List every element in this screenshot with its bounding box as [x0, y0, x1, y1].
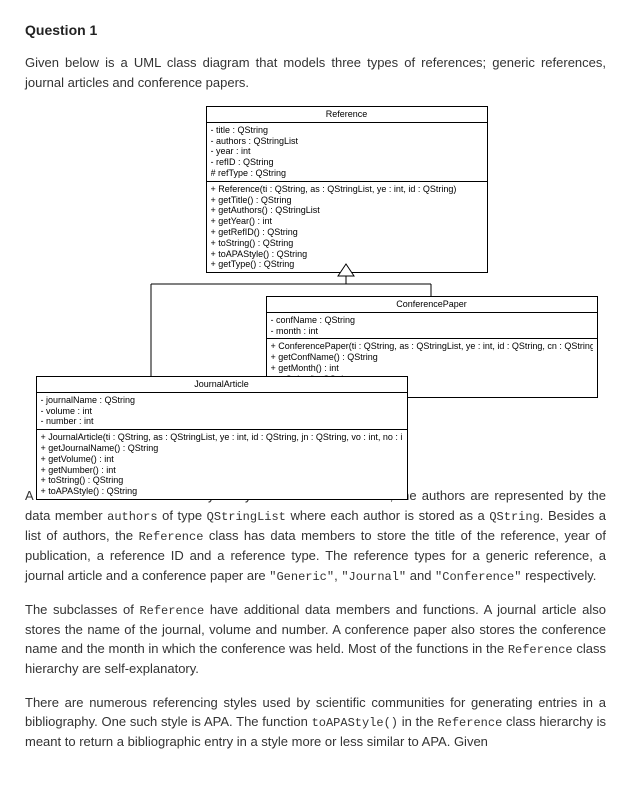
attr: - authors : QStringList	[211, 136, 483, 147]
op: + getConfName() : QString	[271, 352, 593, 363]
class-reference-ops: + Reference(ti : QString, as : QStringLi…	[207, 182, 487, 272]
code: "Generic"	[269, 570, 334, 584]
class-journalarticle-name: JournalArticle	[37, 377, 407, 393]
code: Reference	[437, 716, 502, 730]
attr: - month : int	[271, 326, 593, 337]
code: Reference	[139, 530, 204, 544]
op: + getNumber() : int	[41, 465, 403, 476]
class-conferencepaper-name: ConferencePaper	[267, 297, 597, 313]
op: + toAPAStyle() : QString	[41, 486, 403, 497]
class-journalarticle-attrs: - journalName : QString - volume : int -…	[37, 393, 407, 430]
class-reference: Reference - title : QString - authors : …	[206, 106, 488, 273]
attr: - title : QString	[211, 125, 483, 136]
op: + getAuthors() : QStringList	[211, 205, 483, 216]
text: of type	[158, 508, 207, 523]
text: in the	[398, 714, 437, 729]
code: QStringList	[207, 510, 286, 524]
op: + ConferencePaper(ti : QString, as : QSt…	[271, 341, 593, 352]
class-reference-name: Reference	[207, 107, 487, 123]
code: toAPAStyle()	[312, 716, 398, 730]
paragraph-2: The subclasses of Reference have additio…	[25, 600, 606, 679]
op: + toString() : QString	[41, 475, 403, 486]
text: and	[406, 568, 435, 583]
code: Reference	[508, 643, 573, 657]
attr: - number : int	[41, 416, 403, 427]
paragraph-3: There are numerous referencing styles us…	[25, 693, 606, 752]
code: "Conference"	[435, 570, 521, 584]
class-reference-attrs: - title : QString - authors : QStringLis…	[207, 123, 487, 182]
op: + getTitle() : QString	[211, 195, 483, 206]
op: + getRefID() : QString	[211, 227, 483, 238]
code: Reference	[139, 604, 204, 618]
intro-paragraph: Given below is a UML class diagram that …	[25, 53, 606, 92]
class-journalarticle-ops: + JournalArticle(ti : QString, as : QStr…	[37, 430, 407, 499]
attr: # refType : QString	[211, 168, 483, 179]
op: + Reference(ti : QString, as : QStringLi…	[211, 184, 483, 195]
op: + getMonth() : int	[271, 363, 593, 374]
uml-diagram: Reference - title : QString - authors : …	[25, 106, 606, 466]
op: + getYear() : int	[211, 216, 483, 227]
attr: - journalName : QString	[41, 395, 403, 406]
code: authors	[107, 510, 157, 524]
question-heading: Question 1	[25, 20, 606, 41]
code: QString	[489, 510, 539, 524]
class-conferencepaper-attrs: - confName : QString - month : int	[267, 313, 597, 340]
code: "Journal"	[341, 570, 406, 584]
attr: - year : int	[211, 146, 483, 157]
op: + toAPAStyle() : QString	[211, 249, 483, 260]
attr: - confName : QString	[271, 315, 593, 326]
attr: - refID : QString	[211, 157, 483, 168]
op: + getVolume() : int	[41, 454, 403, 465]
text: respectively.	[521, 568, 596, 583]
text: The subclasses of	[25, 602, 139, 617]
paragraph-1: A reference can be authored by many auth…	[25, 486, 606, 586]
op: + getJournalName() : QString	[41, 443, 403, 454]
text: where each author is stored as a	[286, 508, 489, 523]
op: + JournalArticle(ti : QString, as : QStr…	[41, 432, 403, 443]
attr: - volume : int	[41, 406, 403, 417]
class-journalarticle: JournalArticle - journalName : QString -…	[36, 376, 408, 500]
op: + getType() : QString	[211, 259, 483, 270]
op: + toString() : QString	[211, 238, 483, 249]
